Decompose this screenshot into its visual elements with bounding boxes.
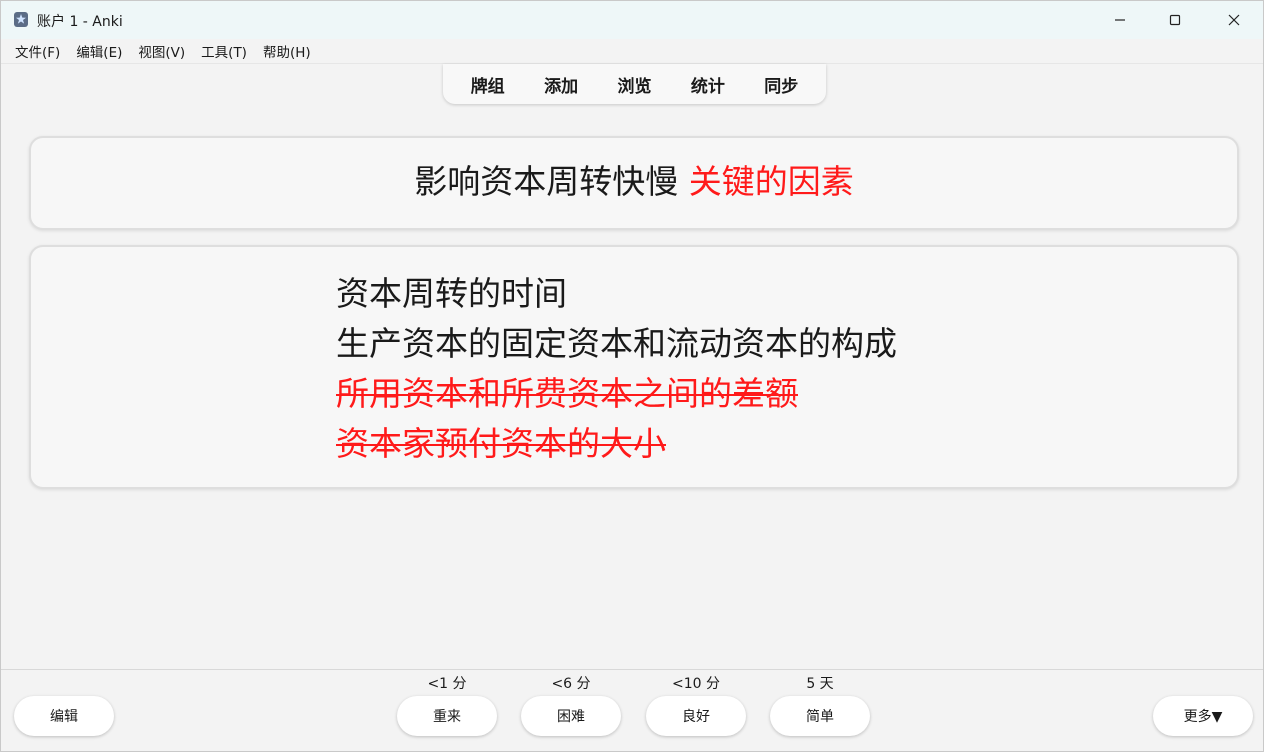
hard-button[interactable]: 困难 [521,696,621,736]
menu-file[interactable]: 文件(F) [7,41,68,61]
answer-item-struck: 资本家预付资本的大小 [336,424,666,463]
window-title: 账户 1 - Anki [37,14,123,30]
again-button[interactable]: 重来 [397,696,497,736]
good-button[interactable]: 良好 [646,696,746,736]
close-icon [1228,11,1240,30]
answer-list: 资本周转的时间 生产资本的固定资本和流动资本的构成 所用资本和所费资本之间的差额… [336,269,897,469]
menu-bar: 文件(F) 编辑(E) 视图(V) 工具(T) 帮助(H) [1,39,1263,64]
easy-button[interactable]: 简单 [770,696,870,736]
interval-good: <10 分 [672,676,720,692]
interval-again: <1 分 [427,676,467,692]
answer-item: 生产资本的固定资本和流动资本的构成 [336,324,897,363]
question-text: 影响资本周转快慢 关键的因素 [31,162,1237,202]
tab-add[interactable]: 添加 [538,72,584,97]
question-highlight: 关键的因素 [688,162,854,201]
menu-view[interactable]: 视图(V) [130,41,193,61]
answer-item: 资本周转的时间 [336,274,567,313]
question-main: 影响资本周转快慢 [414,162,679,201]
interval-easy: 5 天 [806,676,834,692]
menu-help[interactable]: 帮助(H) [255,41,319,61]
edit-button[interactable]: 编辑 [14,696,114,736]
question-card: 影响资本周转快慢 关键的因素 [29,136,1239,230]
minimize-button[interactable] [1097,1,1143,39]
tab-browse[interactable]: 浏览 [611,72,657,97]
more-button[interactable]: 更多▼ [1153,696,1253,736]
tab-decks[interactable]: 牌组 [465,72,511,97]
main-toolbar: 牌组 添加 浏览 统计 同步 [443,64,826,104]
anki-window: 账户 1 - Anki 文件(F) 编辑(E) 视图(V) 工具(T) 帮助(H… [0,0,1264,752]
menu-tools[interactable]: 工具(T) [193,41,255,61]
anki-star-icon [13,11,29,28]
answer-card: 资本周转的时间 生产资本的固定资本和流动资本的构成 所用资本和所费资本之间的差额… [29,245,1239,489]
close-button[interactable] [1211,1,1257,39]
interval-hard: <6 分 [551,676,591,692]
review-bar: 编辑 <1 分 重来 <6 分 困难 <10 分 良好 5 天 简单 更多▼ [1,669,1263,751]
answer-item-struck: 所用资本和所费资本之间的差额 [336,374,798,413]
tab-stats[interactable]: 统计 [685,72,731,97]
maximize-button[interactable] [1152,1,1198,39]
tab-sync[interactable]: 同步 [758,72,804,97]
menu-edit[interactable]: 编辑(E) [68,41,130,61]
title-bar[interactable]: 账户 1 - Anki [1,1,1263,39]
maximize-icon [1169,11,1181,30]
minimize-icon [1114,11,1126,30]
